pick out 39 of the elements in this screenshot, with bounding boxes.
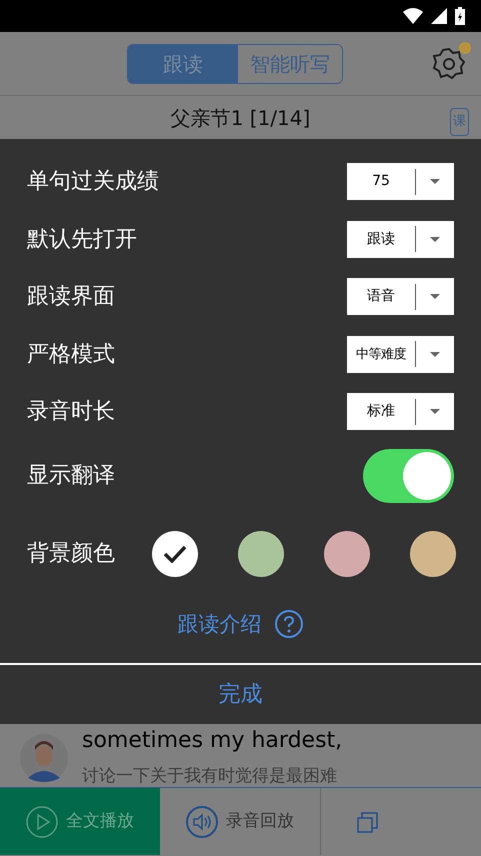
- avatar-icon: [20, 734, 68, 782]
- setting-label: 背景颜色: [27, 540, 115, 568]
- setting-label: 默认先打开: [27, 226, 137, 254]
- bottom-tab[interactable]: 全文播放: [0, 788, 160, 855]
- caret-icon: [430, 352, 440, 357]
- setting-label: 录音时长: [27, 398, 115, 426]
- lesson-title: 父亲节1 [1/14]: [170, 104, 310, 132]
- toggle-switch[interactable]: [363, 448, 454, 502]
- settings-icon[interactable]: [431, 46, 467, 82]
- dropdown[interactable]: 中等难度: [347, 336, 454, 373]
- color-swatch[interactable]: [152, 530, 198, 576]
- signal-icon: [431, 8, 447, 24]
- dropdown[interactable]: 75: [347, 163, 454, 200]
- wifi-icon: [403, 8, 423, 24]
- bottom-tab[interactable]: 录音回放: [160, 788, 321, 855]
- color-swatch[interactable]: [238, 530, 284, 576]
- caret-icon: [430, 409, 440, 414]
- intro-link[interactable]: 跟读介绍: [178, 608, 262, 640]
- dropdown[interactable]: 标准: [347, 393, 454, 430]
- caret-icon: [430, 179, 440, 184]
- dropdown[interactable]: 跟读: [347, 220, 454, 258]
- caret-icon: [430, 294, 440, 300]
- color-swatch[interactable]: [324, 530, 370, 576]
- sentence-text: sometimes my hardest,: [82, 727, 342, 755]
- caret-icon: [430, 236, 440, 242]
- mode-tab[interactable]: 跟读: [128, 45, 238, 83]
- battery-icon: [455, 7, 465, 25]
- dropdown[interactable]: 语音: [347, 278, 454, 316]
- setting-label: 严格模式: [27, 340, 115, 369]
- color-swatch[interactable]: [410, 530, 456, 576]
- help-icon[interactable]: [274, 609, 304, 640]
- setting-label: 显示翻译: [27, 462, 115, 490]
- done-button[interactable]: 完成: [0, 664, 481, 724]
- play-icon: [26, 806, 58, 838]
- setting-label: 跟读界面: [27, 283, 115, 312]
- setting-label: 单句过关成绩: [27, 168, 159, 196]
- checkmark-icon: [163, 544, 187, 562]
- translation-text: 讨论一下关于我有时觉得是最困难: [82, 765, 337, 787]
- speaker-icon: [186, 806, 218, 838]
